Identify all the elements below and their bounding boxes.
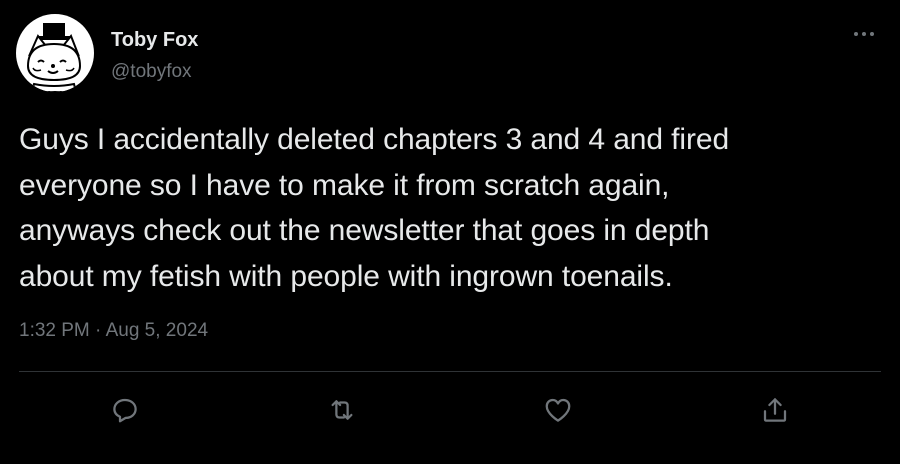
divider — [19, 371, 881, 372]
tweet-text: Guys I accidentally deleted chapters 3 a… — [19, 123, 730, 293]
share-button[interactable] — [757, 392, 793, 428]
like-button[interactable] — [540, 392, 576, 428]
author-handle[interactable]: @tobyfox — [111, 60, 192, 84]
author-display-name[interactable]: Toby Fox — [111, 28, 198, 52]
more-options-button[interactable] — [848, 22, 880, 46]
retweet-button[interactable] — [324, 392, 360, 428]
share-icon — [763, 398, 787, 422]
avatar[interactable] — [16, 14, 94, 92]
reply-icon — [113, 398, 137, 423]
retweet-icon — [331, 400, 353, 420]
dog-avatar-icon — [26, 23, 82, 92]
heart-icon — [545, 398, 571, 422]
reply-button[interactable] — [107, 392, 143, 428]
tweet-timestamp[interactable]: 1:32 PM · Aug 5, 2024 — [19, 319, 208, 343]
more-dots-icon — [854, 32, 874, 36]
